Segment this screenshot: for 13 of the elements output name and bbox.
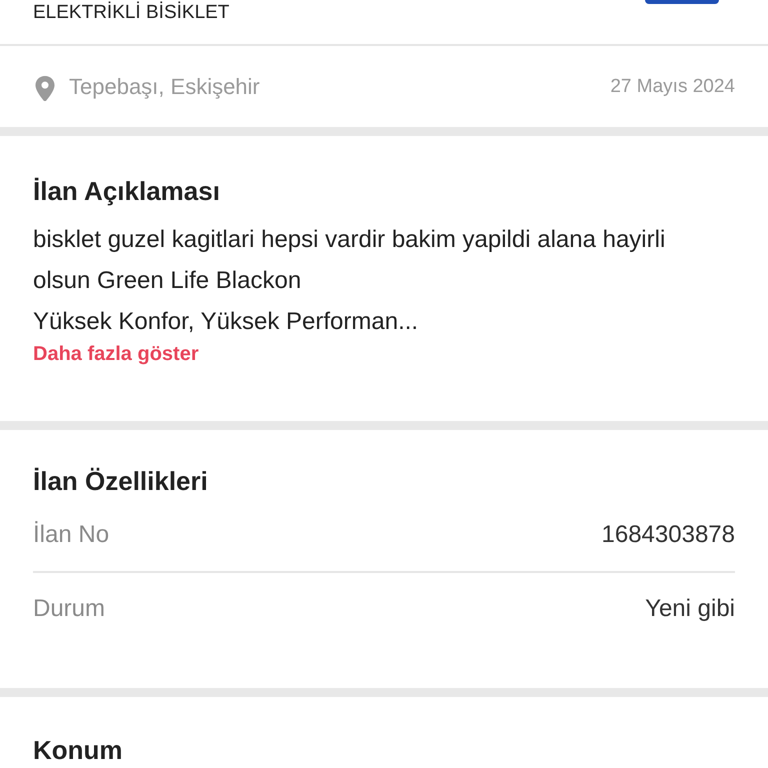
listing-title: ELEKTRİKLİ BİSİKLET: [33, 0, 230, 24]
section-title: İlan Açıklaması: [33, 176, 221, 207]
property-label: İlan No: [33, 521, 110, 549]
property-value: Yeni gibi: [645, 595, 735, 623]
section-title: Konum: [33, 735, 124, 766]
property-label: Durum: [33, 595, 106, 623]
show-more-link[interactable]: Daha fazla göster: [33, 343, 735, 366]
description-text: bisklet guzel kagitlari hepsi vardir bakim yapildi alana hayirli olsun Green Life Blackon Yüksek Konfor, Yüksek Performan...: [33, 225, 666, 337]
property-value: 1684303878: [602, 521, 735, 549]
listing-date: 27 Mayıs 2024: [610, 76, 735, 98]
section-title: İlan Özellikleri: [33, 466, 209, 497]
button-edge[interactable]: [645, 0, 719, 4]
location-text: Tepebaşı, Eskişehir: [69, 74, 260, 100]
